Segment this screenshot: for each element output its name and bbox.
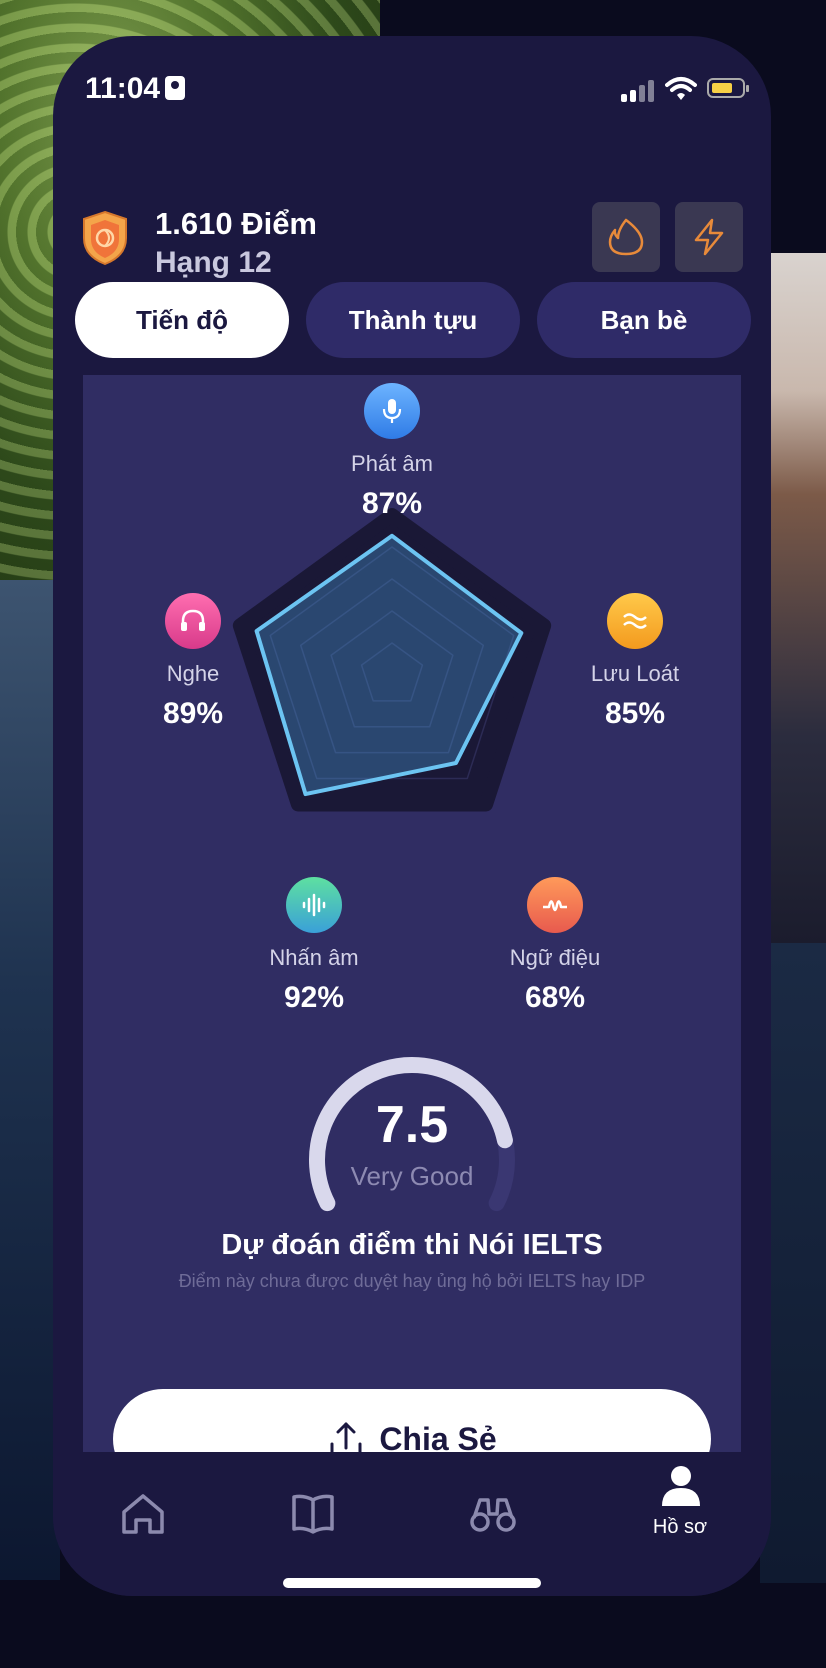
skill-pronunciation: Phát âm 87%: [302, 383, 482, 521]
battery-icon: [707, 78, 749, 98]
background-photo-sea: [0, 580, 60, 1580]
skill-name: Nghe: [166, 661, 220, 686]
contact-card-icon: [165, 76, 185, 100]
prediction-disclaimer: Điểm này chưa được duyệt hay ủng hộ bởi …: [178, 1271, 646, 1291]
skill-listening: Nghe 89%: [103, 593, 283, 731]
segment-tabs: Tiến độ Thành tựu Bạn bè: [75, 282, 751, 358]
book-icon: [292, 1494, 334, 1534]
tabbar-profile-label: Hồ sơ: [652, 1516, 708, 1538]
bolt-icon: [694, 218, 724, 256]
skill-percent: 89%: [162, 697, 224, 730]
score-label: Very Good: [350, 1161, 474, 1191]
tabbar-lessons[interactable]: [252, 1452, 372, 1562]
app-screen: 11:04 1.610 Điểm Hạng 12 Tiến độ Thành t…: [53, 36, 771, 1596]
skill-intonation: Ngữ điệu 68%: [465, 877, 645, 1015]
skill-percent: 87%: [361, 487, 423, 520]
skill-name: Ngữ điệu: [509, 945, 601, 970]
home-icon: [122, 1494, 164, 1534]
profile-header: 1.610 Điểm Hạng 12: [53, 166, 771, 279]
headphones-icon: [165, 593, 221, 649]
energy-button[interactable]: [675, 202, 743, 272]
rank-shield-icon: [83, 210, 127, 266]
points-text: 1.610 Điểm: [155, 206, 317, 241]
home-indicator: [283, 1578, 541, 1588]
intonation-icon: [527, 877, 583, 933]
score-value: 7.5: [375, 1096, 449, 1154]
tabbar-home[interactable]: [82, 1452, 202, 1562]
flame-icon: [608, 218, 644, 256]
prediction-title: Dự đoán điểm thi Nói IELTS: [221, 1229, 603, 1261]
skill-percent: 85%: [604, 697, 666, 730]
skill-name: Phát âm: [351, 451, 433, 476]
cellular-signal-icon: [621, 80, 655, 102]
skill-name: Nhấn âm: [269, 945, 359, 970]
binoculars-icon: [470, 1498, 516, 1532]
status-bar: 11:04: [53, 36, 771, 136]
bottom-tab-bar: Hồ sơ: [53, 1452, 771, 1596]
soundwave-icon: [286, 877, 342, 933]
wifi-icon: [665, 77, 697, 100]
status-time: 11:04: [85, 72, 161, 105]
skill-name: Lưu Loát: [590, 661, 680, 686]
rank-text: Hạng 12: [155, 246, 272, 279]
tabbar-explore[interactable]: [431, 1452, 551, 1562]
wave-lines-icon: [607, 593, 663, 649]
tab-friends[interactable]: Bạn bè: [537, 282, 751, 358]
streak-button[interactable]: [592, 202, 660, 272]
skill-percent: 92%: [283, 981, 345, 1014]
skill-fluency: Lưu Loát 85%: [545, 593, 725, 731]
skill-stress: Nhấn âm 92%: [224, 877, 404, 1015]
tabbar-profile[interactable]: Hồ sơ: [620, 1452, 740, 1562]
microphone-icon: [364, 383, 420, 439]
progress-panel: Phát âm 87% Lưu Loát 85% Ngữ điệu 68% Nh…: [83, 375, 741, 1493]
skill-percent: 68%: [524, 981, 586, 1014]
profile-icon: [662, 1466, 700, 1506]
tab-achievements[interactable]: Thành tựu: [306, 282, 520, 358]
tab-progress[interactable]: Tiến độ: [75, 282, 289, 358]
